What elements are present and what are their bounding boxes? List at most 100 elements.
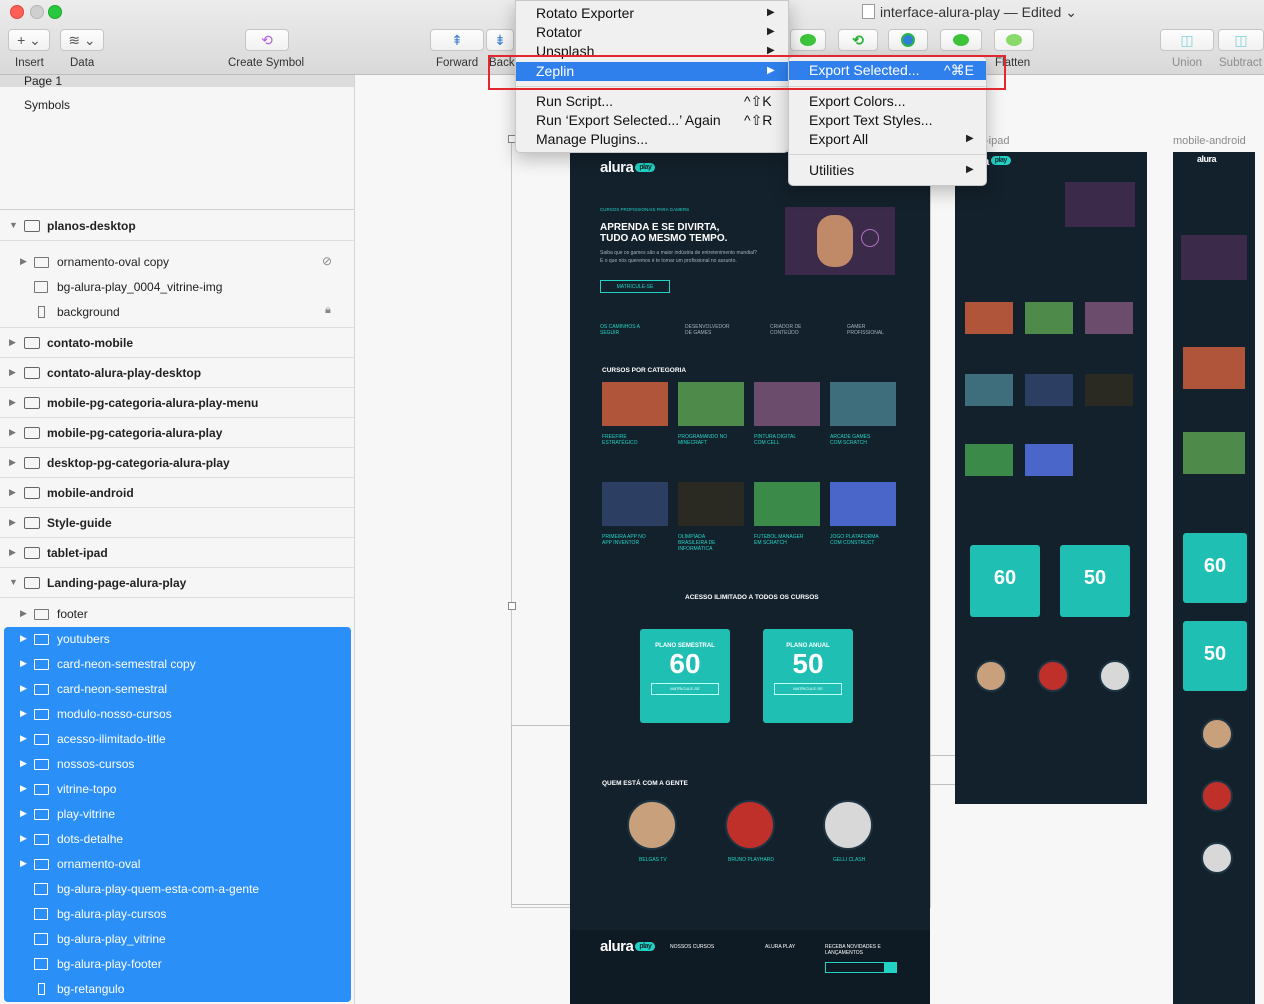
layer-desktop-pg-categoria[interactable]: ▶ desktop-pg-categoria-alura-play <box>0 448 354 478</box>
layer-planos-desktop[interactable]: ▼ planos-desktop <box>0 211 354 241</box>
subtract-button[interactable]: ◫ <box>1218 29 1264 51</box>
layer-dots-detalhe[interactable]: ▶ dots-detalhe <box>4 827 351 852</box>
layer-bg-footer[interactable]: bg-alura-play-footer <box>4 952 351 977</box>
layer-footer[interactable]: ▶ footer <box>0 602 354 627</box>
boolean-button-1[interactable] <box>790 29 826 51</box>
data-button[interactable]: ≋ ⌄ <box>60 29 104 51</box>
disclosure-right-icon[interactable]: ▶ <box>9 397 16 408</box>
disclosure-right-icon[interactable]: ▶ <box>9 427 16 438</box>
disclosure-down-icon[interactable]: ▼ <box>9 577 18 587</box>
course-thumb[interactable] <box>830 382 896 426</box>
artboard-label-android[interactable]: mobile-android <box>1173 135 1246 147</box>
rotate-button[interactable]: ⟲ <box>838 29 878 51</box>
union-button[interactable]: ◫ <box>1160 29 1214 51</box>
menu-item-export-text-styles[interactable]: Export Text Styles... <box>789 111 986 130</box>
layer-bg-cursos[interactable]: bg-alura-play-cursos <box>4 902 351 927</box>
disclosure-right-icon[interactable]: ▶ <box>20 633 27 644</box>
disclosure-right-icon[interactable]: ▶ <box>9 367 16 378</box>
menu-item-run-script[interactable]: Run Script... ^⇧K <box>516 92 788 111</box>
layer-nossos-cursos[interactable]: ▶ nossos-cursos <box>4 752 351 777</box>
course-thumb[interactable] <box>602 382 668 426</box>
layer-background[interactable]: background 🔒︎ <box>0 300 354 325</box>
menu-item-export-all[interactable]: Export All ▶ <box>789 130 986 149</box>
plan-card-semestral[interactable]: PLANO SEMESTRAL 60 MATRICULE-SE <box>640 629 730 723</box>
layer-card-neon-semestral-copy[interactable]: ▶ card-neon-semestral copy <box>4 652 351 677</box>
layer-mobile-android[interactable]: ▶ mobile-android <box>0 478 354 508</box>
course-thumb[interactable] <box>678 382 744 426</box>
close-window-button[interactable] <box>10 5 24 19</box>
newsletter-submit-button[interactable] <box>885 962 897 973</box>
globe-button[interactable] <box>888 29 928 51</box>
disclosure-right-icon[interactable]: ▶ <box>9 517 16 528</box>
artboard-landing-page[interactable]: alura play CURSOS PROFISSIONAIS PARA GAME… <box>570 152 930 1004</box>
window-title[interactable]: interface-alura-play — Edited ⌄ <box>862 4 1077 21</box>
layer-style-guide[interactable]: ▶ Style-guide <box>0 508 354 538</box>
forward-button[interactable]: ⇞ <box>430 29 484 51</box>
hidden-eye-icon[interactable]: ⊘ <box>322 254 332 268</box>
disclosure-right-icon[interactable]: ▶ <box>9 337 16 348</box>
layer-vitrine-topo[interactable]: ▶ vitrine-topo <box>4 777 351 802</box>
layer-acesso-ilimitado-title[interactable]: ▶ acesso-ilimitado-title <box>4 727 351 752</box>
disclosure-right-icon[interactable]: ▶ <box>9 547 16 558</box>
selection-handle[interactable] <box>508 602 516 610</box>
menu-item-utilities[interactable]: Utilities ▶ <box>789 161 986 180</box>
layer-tablet-ipad[interactable]: ▶ tablet-ipad <box>0 538 354 568</box>
disclosure-right-icon[interactable]: ▶ <box>9 457 16 468</box>
layer-landing-page-alura-play[interactable]: ▼ Landing-page-alura-play <box>0 568 354 598</box>
layer-bg-vitrine-img[interactable]: bg-alura-play_0004_vitrine-img <box>0 275 354 300</box>
disclosure-right-icon[interactable]: ▶ <box>20 658 27 669</box>
layer-mobile-pg-categoria[interactable]: ▶ mobile-pg-categoria-alura-play <box>0 418 354 448</box>
minimize-window-button[interactable] <box>30 5 44 19</box>
artboard-tablet-ipad[interactable]: aluraplay 60 50 <box>955 152 1147 804</box>
disclosure-right-icon[interactable]: ▶ <box>20 256 27 267</box>
layer-play-vitrine[interactable]: ▶ play-vitrine <box>4 802 351 827</box>
menu-item-export-colors[interactable]: Export Colors... <box>789 92 986 111</box>
disclosure-right-icon[interactable]: ▶ <box>20 783 27 794</box>
plan-button[interactable]: MATRICULE-SE <box>774 683 842 695</box>
flatten-button[interactable] <box>994 29 1034 51</box>
plan-button[interactable]: MATRICULE-SE <box>651 683 719 695</box>
page-item-page-1[interactable]: Page 1 <box>24 75 62 88</box>
backward-button[interactable]: ⇟ <box>486 29 514 51</box>
disclosure-right-icon[interactable]: ▶ <box>20 683 27 694</box>
page-item-symbols[interactable]: Symbols <box>24 98 70 112</box>
layer-ornamento-oval[interactable]: ▶ ornamento-oval <box>4 852 351 877</box>
disclosure-right-icon[interactable]: ▶ <box>20 858 27 869</box>
layer-youtubers[interactable]: ▶ youtubers <box>4 627 351 652</box>
disclosure-right-icon[interactable]: ▶ <box>20 758 27 769</box>
newsletter-input[interactable] <box>825 962 885 973</box>
disclosure-right-icon[interactable]: ▶ <box>9 487 16 498</box>
layer-ornamento-oval-copy[interactable]: ▶ ornamento-oval copy ⊘ <box>0 250 354 275</box>
disclosure-right-icon[interactable]: ▶ <box>20 708 27 719</box>
course-thumb[interactable] <box>830 482 896 526</box>
artboard-mobile-android[interactable]: alura 60 50 <box>1173 152 1255 1004</box>
blob-button[interactable] <box>940 29 982 51</box>
menu-item-manage-plugins[interactable]: Manage Plugins... <box>516 130 788 149</box>
menu-item-rotator[interactable]: Rotator ▶ <box>516 23 788 42</box>
menu-item-rotato-exporter[interactable]: Rotato Exporter ▶ <box>516 4 788 23</box>
canvas[interactable]: -ipad mobile-android alura play CURSOS PR… <box>355 75 1264 1004</box>
layer-bg-vitrine[interactable]: bg-alura-play_vitrine <box>4 927 351 952</box>
lock-icon[interactable]: 🔒︎ <box>325 304 331 317</box>
hero-cta-button[interactable]: MATRICULE-SE <box>600 280 670 293</box>
layer-card-neon-semestral[interactable]: ▶ card-neon-semestral <box>4 677 351 702</box>
create-symbol-button[interactable]: ⟲ <box>245 29 289 51</box>
layer-mobile-pg-categoria-menu[interactable]: ▶ mobile-pg-categoria-alura-play-menu <box>0 388 354 418</box>
layer-modulo-nosso-cursos[interactable]: ▶ modulo-nosso-cursos <box>4 702 351 727</box>
disclosure-right-icon[interactable]: ▶ <box>20 808 27 819</box>
layer-contato-mobile[interactable]: ▶ contato-mobile <box>0 328 354 358</box>
disclosure-right-icon[interactable]: ▶ <box>20 833 27 844</box>
hero-video-thumbnail[interactable] <box>785 207 895 275</box>
insert-button[interactable]: + ⌄ <box>8 29 50 51</box>
zoom-window-button[interactable] <box>48 5 62 19</box>
layer-contato-alura-play-desktop[interactable]: ▶ contato-alura-play-desktop <box>0 358 354 388</box>
menu-item-run-again[interactable]: Run ‘Export Selected...’ Again ^⇧R <box>516 111 788 130</box>
course-thumb[interactable] <box>602 482 668 526</box>
plan-card-anual[interactable]: PLANO ANUAL 50 MATRICULE-SE <box>763 629 853 723</box>
course-thumb[interactable] <box>678 482 744 526</box>
course-thumb[interactable] <box>754 382 820 426</box>
layer-bg-retangulo[interactable]: bg-retangulo <box>4 977 351 1002</box>
artboard-label-tablet[interactable]: -ipad <box>985 135 1009 147</box>
disclosure-right-icon[interactable]: ▶ <box>20 733 27 744</box>
disclosure-down-icon[interactable]: ▼ <box>9 220 18 230</box>
